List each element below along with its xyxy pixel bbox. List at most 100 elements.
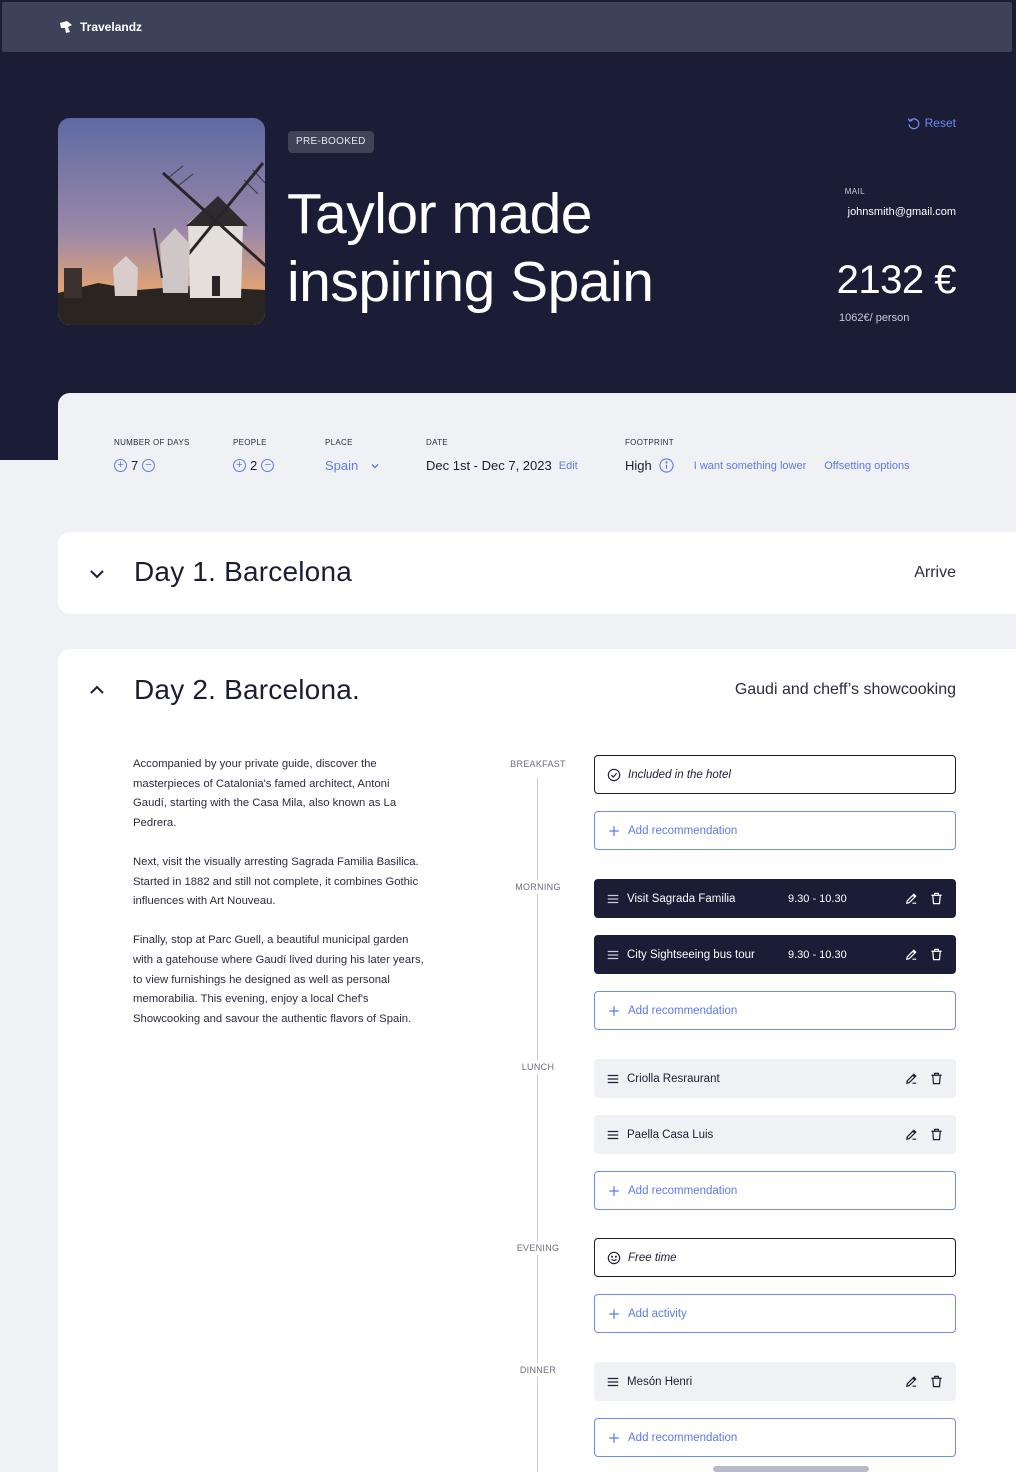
drag-handle-icon[interactable] xyxy=(606,892,620,906)
edit-icon[interactable] xyxy=(904,1127,919,1142)
place-filter: PLACE Spain xyxy=(325,438,382,473)
day-2-description: Accompanied by your private guide, disco… xyxy=(133,755,425,1049)
place-select[interactable]: Spain xyxy=(325,458,382,473)
activity-time: 9.30 - 10.30 xyxy=(788,948,847,961)
days-value: 7 xyxy=(131,458,139,473)
trash-icon[interactable] xyxy=(929,891,944,906)
footprint-value: High xyxy=(625,458,652,473)
brand-name: Travelandz xyxy=(80,20,143,34)
add-recommendation-button[interactable]: Add recommendation xyxy=(594,991,956,1030)
breakfast-included-item[interactable]: Included in the hotel xyxy=(594,755,956,794)
mail-value: johnsmith@gmail.com xyxy=(847,206,956,218)
days-increase-button[interactable]: + xyxy=(114,459,127,472)
add-recommendation-button[interactable]: Add recommendation xyxy=(594,1418,956,1457)
restaurant-item[interactable]: Criolla Resraurant xyxy=(594,1059,956,1098)
restaurant-item[interactable]: Paella Casa Luis xyxy=(594,1115,956,1154)
edit-icon[interactable] xyxy=(904,947,919,962)
smiley-icon xyxy=(607,1251,621,1264)
top-navbar: Travelandz xyxy=(2,2,1012,52)
add-label: Add recommendation xyxy=(628,824,738,837)
edit-icon[interactable] xyxy=(904,891,919,906)
description-paragraph: Finally, stop at Parc Guell, a beautiful… xyxy=(133,934,424,1025)
offsetting-options-link[interactable]: Offsetting options xyxy=(824,460,909,472)
item-label: Free time xyxy=(628,1251,677,1264)
drag-handle-icon[interactable] xyxy=(606,948,620,962)
slot-label-breakfast: BREAKFAST xyxy=(493,757,583,771)
drag-handle-icon[interactable] xyxy=(606,1128,620,1142)
restaurant-name: Mesón Henri xyxy=(627,1375,693,1388)
edit-icon[interactable] xyxy=(904,1071,919,1086)
add-label: Add activity xyxy=(628,1307,687,1320)
lower-footprint-link[interactable]: I want something lower xyxy=(694,460,807,472)
restaurant-name: Paella Casa Luis xyxy=(627,1128,714,1141)
horizontal-scrollbar[interactable] xyxy=(713,1466,869,1472)
activity-time: 9.30 - 10.30 xyxy=(788,892,847,905)
trash-icon[interactable] xyxy=(929,1071,944,1086)
price-per-person: 1062€/ person xyxy=(839,312,910,324)
date-value: Dec 1st - Dec 7, 2023 xyxy=(426,458,552,473)
date-label: DATE xyxy=(426,438,448,447)
slot-label-evening: EVENING xyxy=(493,1241,583,1255)
activity-name: City Sightseeing bus tour xyxy=(627,948,755,961)
day-card-1: Day 1. Barcelona Arrive xyxy=(58,532,1016,614)
footprint-filter: FOOTPRINT High I want something lower Of… xyxy=(625,438,910,473)
logo-icon xyxy=(60,21,72,33)
day-1-subtitle: Arrive xyxy=(914,564,956,581)
trip-title: Taylor made inspiring Spain xyxy=(287,182,654,314)
activity-item[interactable]: City Sightseeing bus tour 9.30 - 10.30 xyxy=(594,935,956,974)
chevron-down-icon[interactable] xyxy=(87,564,107,584)
add-recommendation-button[interactable]: Add recommendation xyxy=(594,1171,956,1210)
people-filter: PEOPLE + 2 − xyxy=(233,438,275,473)
activity-item[interactable]: Visit Sagrada Familia 9.30 - 10.30 xyxy=(594,879,956,918)
days-decrease-button[interactable]: − xyxy=(142,459,156,472)
people-increase-button[interactable]: + xyxy=(233,459,246,472)
chevron-up-icon[interactable] xyxy=(87,680,107,700)
slot-label-lunch: LUNCH xyxy=(493,1060,583,1074)
place-label: PLACE xyxy=(325,438,353,447)
trash-icon[interactable] xyxy=(929,1374,944,1389)
trip-photo xyxy=(58,118,265,325)
people-label: PEOPLE xyxy=(233,438,267,447)
date-filter: DATE Dec 1st - Dec 7, 2023 Edit xyxy=(426,438,578,473)
reset-label: Reset xyxy=(924,116,956,130)
total-price: 2132 € xyxy=(836,258,957,302)
plus-icon xyxy=(609,1185,619,1196)
description-paragraph: Accompanied by your private guide, disco… xyxy=(133,758,397,829)
restaurant-item[interactable]: Mesón Henri xyxy=(594,1362,956,1401)
trash-icon[interactable] xyxy=(929,947,944,962)
day-1-title: Day 1. Barcelona xyxy=(134,556,352,587)
brand-logo[interactable]: Travelandz xyxy=(58,19,142,35)
free-time-item[interactable]: Free time xyxy=(594,1238,956,1277)
pre-booked-badge: PRE-BOOKED xyxy=(288,131,374,153)
drag-handle-icon[interactable] xyxy=(606,1072,620,1086)
add-label: Add recommendation xyxy=(628,1184,738,1197)
days-filter: NUMBER OF DAYS + 7 − xyxy=(114,438,190,473)
plus-icon xyxy=(609,1432,619,1443)
restaurant-name: Criolla Resraurant xyxy=(627,1072,720,1085)
add-recommendation-button[interactable]: Add recommendation xyxy=(594,811,956,850)
day-2-title: Day 2. Barcelona. xyxy=(134,674,360,705)
item-label: Included in the hotel xyxy=(628,768,731,781)
slot-label-morning: MORNING xyxy=(493,880,583,894)
reset-button[interactable]: Reset xyxy=(907,116,956,130)
date-edit-link[interactable]: Edit xyxy=(559,460,578,472)
add-label: Add recommendation xyxy=(628,1431,738,1444)
place-value: Spain xyxy=(325,458,359,473)
check-circle-icon xyxy=(607,768,621,781)
day-2-subtitle: Gaudi and cheff’s showcooking xyxy=(734,681,956,698)
trash-icon[interactable] xyxy=(929,1127,944,1142)
plus-icon xyxy=(609,825,619,836)
edit-icon[interactable] xyxy=(904,1374,919,1389)
people-value: 2 xyxy=(250,458,258,473)
info-icon[interactable] xyxy=(659,458,674,473)
drag-handle-icon[interactable] xyxy=(606,1375,620,1389)
plus-icon xyxy=(609,1005,619,1016)
add-label: Add recommendation xyxy=(628,1004,738,1017)
trip-filters: NUMBER OF DAYS + 7 − PEOPLE + 2 − PLACE … xyxy=(114,438,974,478)
add-activity-button[interactable]: Add activity xyxy=(594,1294,956,1333)
reset-icon xyxy=(907,117,920,129)
footprint-label: FOOTPRINT xyxy=(625,438,674,447)
description-paragraph: Next, visit the visually arresting Sagra… xyxy=(133,855,419,908)
slot-label-dinner: DINNER xyxy=(493,1363,583,1377)
people-decrease-button[interactable]: − xyxy=(261,459,275,472)
